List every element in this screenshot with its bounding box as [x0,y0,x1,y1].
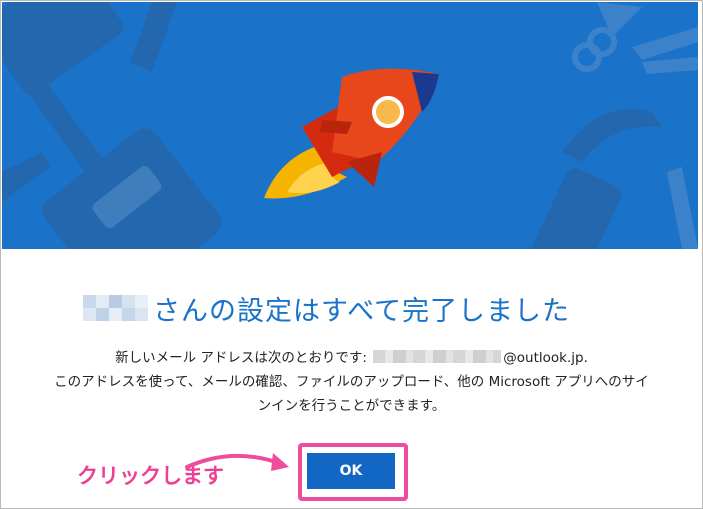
pencil-icon [667,167,698,249]
hero-illustration [2,2,698,249]
pencil-icon [2,152,50,202]
redacted-username [83,290,149,328]
ok-button[interactable]: OK [307,453,395,489]
message-line-2: このアドレスを使って、メールの確認、ファイルのアップロード、他の Microso… [54,374,649,390]
email-domain-text: @outlook.jp. [503,350,588,366]
dialog-message: 新しいメール アドレスは次のとおりです: @outlook.jp. このアドレス… [1,346,702,418]
dialog-title: さんの設定はすべて完了しました [153,296,571,327]
redacted-email-local-part [373,350,502,363]
email-intro-text: 新しいメール アドレスは次のとおりです: [115,350,367,366]
setup-complete-dialog: さんの設定はすべて完了しました 新しいメール アドレスは次のとおりです: @ou… [0,0,703,509]
message-line-3: ンインを行うことができます。 [257,398,446,414]
rocket-icon [264,68,439,199]
pink-arrow-icon [185,453,289,471]
pencil-icon [632,27,698,60]
hero-banner [2,2,698,249]
message-line-1: 新しいメール アドレスは次のとおりです: @outlook.jp. [1,346,702,370]
